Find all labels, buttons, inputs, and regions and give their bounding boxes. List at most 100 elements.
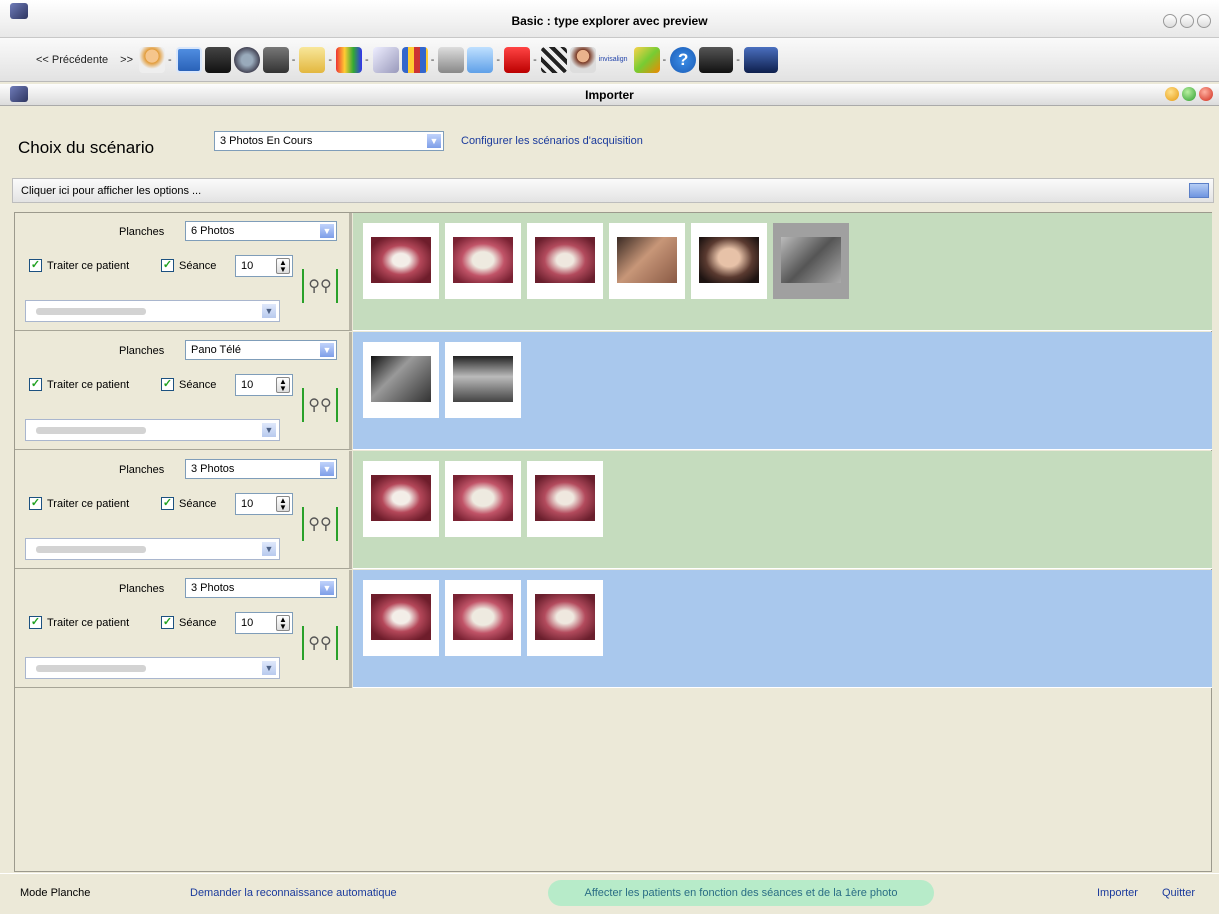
previous-button[interactable]: << Précédente [36, 54, 108, 66]
chevron-down-icon: ▼ [261, 660, 277, 676]
patient-combo[interactable]: ▼ [25, 419, 280, 441]
window-close-button[interactable] [1197, 14, 1211, 28]
folder-icon[interactable] [299, 46, 326, 73]
row-controls-1: Planches 6 Photos ▼ ✓ Traiter ce patient … [15, 213, 352, 331]
auto-recognition-link[interactable]: Demander la reconnaissance automatique [190, 887, 397, 899]
scanner-icon[interactable] [204, 46, 231, 73]
minimize-button[interactable] [1165, 87, 1179, 101]
photo-thumbnail[interactable] [445, 580, 521, 656]
photo-image [453, 356, 513, 402]
planches-label: Planches [119, 583, 165, 595]
more-button[interactable]: >> [120, 54, 133, 66]
mail-icon[interactable] [467, 46, 494, 73]
seance-stepper[interactable]: 10 ▲ ▼ [235, 255, 293, 277]
planches-select[interactable]: 6 Photos ▼ [185, 221, 337, 241]
photo-thumbnail[interactable] [363, 342, 439, 418]
zoom-button[interactable] [1182, 87, 1196, 101]
invisalign-icon[interactable]: invisalign [599, 56, 628, 63]
traiter-patient-checkbox[interactable]: ✓ [29, 497, 42, 510]
presentation-icon[interactable] [504, 46, 531, 73]
patient-combo[interactable]: ▼ [25, 538, 280, 560]
photo-strip-4 [353, 570, 1212, 688]
planches-select[interactable]: 3 Photos ▼ [185, 459, 337, 479]
window-icon[interactable] [175, 46, 202, 73]
chevron-down-icon: ▼ [319, 223, 335, 239]
window-zoom-button[interactable] [1180, 14, 1194, 28]
photo-thumbnail[interactable] [363, 461, 439, 537]
window-title-bar: Basic : type explorer avec preview [0, 0, 1219, 38]
chevron-down-icon: ▼ [319, 461, 335, 477]
pencil-icon[interactable] [372, 46, 399, 73]
mode-label: Mode Planche [20, 887, 91, 899]
paint-brushes-icon[interactable] [336, 46, 363, 73]
seance-checkbox[interactable]: ✓ [161, 259, 174, 272]
chevron-down-icon: ▼ [426, 133, 442, 149]
chevron-down-icon: ▼ [261, 422, 277, 438]
photo-camera-icon[interactable] [262, 46, 289, 73]
photo-image [781, 237, 841, 283]
window-title: Basic : type explorer avec preview [511, 14, 708, 28]
photo-strip-1 [353, 213, 1212, 331]
traiter-patient-checkbox[interactable]: ✓ [29, 378, 42, 391]
patient-combo[interactable]: ▼ [25, 657, 280, 679]
photo-thumbnail[interactable] [445, 461, 521, 537]
photo-thumbnail[interactable] [527, 461, 603, 537]
tooth-icon[interactable]: ⚲⚲ [302, 507, 338, 541]
photo-thumbnail[interactable] [609, 223, 685, 299]
chevron-down-icon: ▼ [261, 541, 277, 557]
photo-thumbnail[interactable] [363, 580, 439, 656]
chevron-down-icon: ▼ [261, 303, 277, 319]
options-toggle-bar[interactable]: Cliquer ici pour afficher les options ..… [12, 178, 1214, 203]
photo-thumbnail[interactable] [691, 223, 767, 299]
clapperboard-icon[interactable] [540, 46, 567, 73]
importer-title: Importer [585, 88, 634, 102]
seance-checkbox[interactable]: ✓ [161, 378, 174, 391]
seance-checkbox[interactable]: ✓ [161, 616, 174, 629]
import-button[interactable]: Importer [1097, 887, 1138, 899]
photo-thumbnail[interactable] [527, 223, 603, 299]
photo-thumbnail[interactable] [445, 223, 521, 299]
options-expand-button[interactable] [1189, 183, 1209, 198]
window-minimize-button[interactable] [1163, 14, 1177, 28]
photo-thumbnail[interactable] [445, 342, 521, 418]
planches-label: Planches [119, 226, 165, 238]
importer-title-bar: Importer [0, 84, 1219, 106]
patient-icon[interactable] [139, 46, 166, 73]
planches-select[interactable]: 3 Photos ▼ [185, 578, 337, 598]
traiter-patient-checkbox[interactable]: ✓ [29, 259, 42, 272]
printer-icon[interactable] [438, 46, 465, 73]
puzzle-icon[interactable] [633, 46, 660, 73]
photo-thumbnail[interactable] [363, 223, 439, 299]
patient-combo[interactable]: ▼ [25, 300, 280, 322]
seance-stepper[interactable]: 10 ▲ ▼ [235, 374, 293, 396]
photo-thumbnail[interactable] [527, 580, 603, 656]
photo-image [371, 237, 431, 283]
tooth-icon[interactable]: ⚲⚲ [302, 626, 338, 660]
planches-select[interactable]: Pano Télé ▼ [185, 340, 337, 360]
seance-checkbox[interactable]: ✓ [161, 497, 174, 510]
photo-image [453, 475, 513, 521]
spinner-arrows-icon[interactable]: ▲ ▼ [276, 615, 290, 631]
help-icon[interactable]: ? [670, 46, 697, 73]
scenario-select[interactable]: 3 Photos En Cours ▼ [214, 131, 444, 151]
seance-stepper[interactable]: 10 ▲ ▼ [235, 612, 293, 634]
seance-stepper[interactable]: 10 ▲ ▼ [235, 493, 293, 515]
tooth-icon[interactable]: ⚲⚲ [302, 269, 338, 303]
tooth-icon[interactable]: ⚲⚲ [302, 388, 338, 422]
grid-icon[interactable] [401, 46, 428, 73]
affect-patients-button[interactable]: Affecter les patients en fonction des sé… [548, 880, 934, 906]
spinner-arrows-icon[interactable]: ▲ ▼ [276, 377, 290, 393]
dolphin-blue-icon[interactable] [743, 46, 778, 73]
configure-scenarios-link[interactable]: Configurer les scénarios d'acquisition [461, 135, 643, 147]
dolphin-icon[interactable] [699, 46, 734, 73]
photo-thumbnail[interactable] [773, 223, 849, 299]
quit-button[interactable]: Quitter [1162, 887, 1195, 899]
photo-strip-2 [353, 332, 1212, 450]
close-button[interactable] [1199, 87, 1213, 101]
scenario-selected-value: 3 Photos En Cours [220, 135, 313, 147]
spinner-arrows-icon[interactable]: ▲ ▼ [276, 258, 290, 274]
camera-icon[interactable] [233, 46, 260, 73]
spinner-arrows-icon[interactable]: ▲ ▼ [276, 496, 290, 512]
traiter-patient-checkbox[interactable]: ✓ [29, 616, 42, 629]
person-icon[interactable] [569, 46, 596, 73]
